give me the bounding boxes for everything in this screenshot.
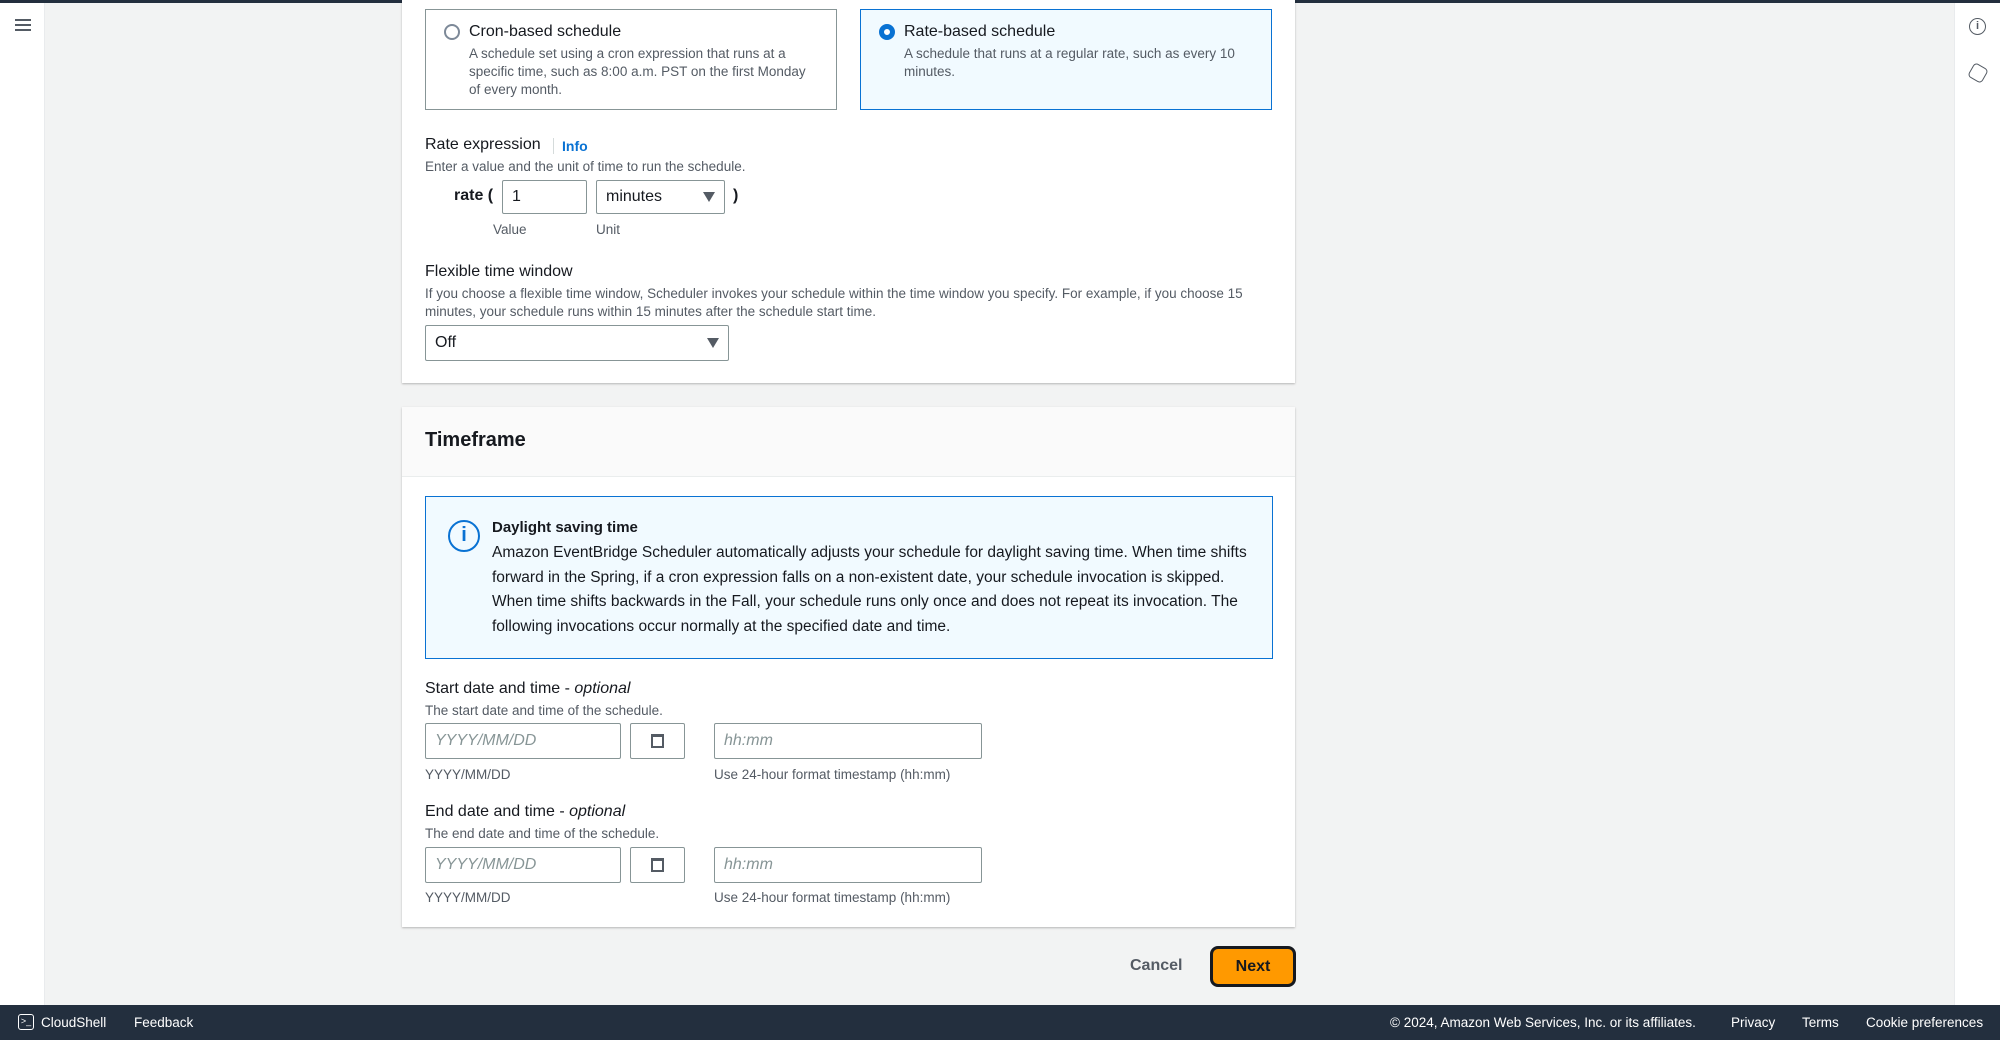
cron-radio[interactable] [444, 24, 460, 40]
caret-down-icon [707, 338, 719, 348]
calendar-icon [651, 858, 664, 872]
start-label-text: Start date and time - [425, 680, 575, 697]
left-nav-rail [0, 3, 45, 1005]
start-time-input[interactable]: hh:mm [714, 723, 982, 759]
rate-value-input[interactable]: 1 [502, 180, 587, 214]
flexible-window-label: Flexible time window [425, 263, 573, 280]
rate-value: 1 [512, 188, 521, 205]
flexible-window-value: Off [435, 334, 457, 351]
start-date-input[interactable]: YYYY/MM/DD [425, 723, 621, 759]
time-hint: Use 24-hour format timestamp (hh:mm) [714, 767, 951, 782]
rate-unit: minutes [606, 188, 663, 205]
info-link[interactable]: Info [553, 138, 588, 154]
right-tools-rail: i [1954, 3, 2000, 1005]
info-icon[interactable]: i [1969, 18, 1986, 35]
end-label-text: End date and time - [425, 803, 570, 820]
privacy-link[interactable]: Privacy [1731, 1015, 1775, 1030]
flexible-window-help: If you choose a flexible time window, Sc… [425, 286, 1243, 319]
optional-tag: optional [569, 803, 626, 820]
cron-schedule-card[interactable]: Cron-based schedule A schedule set using… [425, 9, 837, 110]
card-title: Rate-based schedule [904, 23, 1056, 40]
placeholder: YYYY/MM/DD [435, 856, 537, 873]
feedback-link[interactable]: Feedback [134, 1015, 193, 1030]
timeframe-title: Timeframe [425, 429, 526, 451]
cloudshell-icon[interactable]: >_ [18, 1014, 34, 1030]
rate-suffix: ) [733, 187, 739, 204]
placeholder: hh:mm [724, 856, 773, 873]
next-button[interactable]: Next [1210, 946, 1296, 987]
timeframe-header: Timeframe [402, 407, 1295, 477]
cloudshell-link[interactable]: CloudShell [41, 1015, 106, 1030]
end-help: The end date and time of the schedule. [425, 826, 660, 841]
info-circle-icon: i [448, 520, 480, 552]
end-date-input[interactable]: YYYY/MM/DD [425, 847, 621, 883]
cookie-preferences-link[interactable]: Cookie preferences [1866, 1015, 1983, 1030]
card-title: Cron-based schedule [469, 23, 622, 40]
time-hint: Use 24-hour format timestamp (hh:mm) [714, 890, 951, 905]
card-description: A schedule that runs at a regular rate, … [904, 46, 1235, 79]
alert-title: Daylight saving time [492, 519, 638, 536]
rate-radio[interactable] [879, 24, 895, 40]
start-calendar-button[interactable] [630, 723, 685, 759]
schedule-pattern-panel: Cron-based schedule A schedule set using… [402, 0, 1295, 383]
caret-down-icon [703, 192, 715, 202]
value-label: Value [493, 222, 527, 237]
footer: >_ CloudShell Feedback © 2024, Amazon We… [0, 1005, 2000, 1040]
calendar-icon [651, 734, 664, 748]
date-hint: YYYY/MM/DD [425, 890, 511, 905]
unit-label: Unit [596, 222, 621, 237]
daylight-saving-alert: i Daylight saving time Amazon EventBridg… [425, 496, 1273, 659]
start-help: The start date and time of the schedule. [425, 703, 663, 718]
placeholder: hh:mm [724, 732, 773, 749]
menu-icon[interactable] [15, 19, 31, 31]
rate-help: Enter a value and the unit of time to ru… [425, 159, 746, 174]
placeholder: YYYY/MM/DD [435, 732, 537, 749]
terms-link[interactable]: Terms [1802, 1015, 1839, 1030]
timeframe-panel: Timeframe i Daylight saving time Amazon … [402, 407, 1295, 927]
start-label: Start date and time - optional [425, 680, 630, 698]
alert-body: Amazon EventBridge Scheduler automatical… [492, 544, 1247, 635]
flexible-window-select[interactable]: Off [425, 325, 729, 361]
rate-unit-select[interactable]: minutes [596, 180, 725, 214]
date-hint: YYYY/MM/DD [425, 767, 511, 782]
end-calendar-button[interactable] [630, 847, 685, 883]
rate-expression-label: Rate expression [425, 136, 541, 153]
hexagon-settings-icon[interactable] [1967, 62, 1989, 84]
cancel-button[interactable]: Cancel [1130, 957, 1182, 975]
copyright: © 2024, Amazon Web Services, Inc. or its… [1390, 1015, 1696, 1030]
optional-tag: optional [574, 680, 631, 697]
rate-schedule-card[interactable]: Rate-based schedule A schedule that runs… [860, 9, 1272, 110]
end-label: End date and time - optional [425, 803, 625, 821]
end-time-input[interactable]: hh:mm [714, 847, 982, 883]
rate-prefix: rate ( [454, 187, 494, 204]
card-description: A schedule set using a cron expression t… [469, 46, 806, 97]
